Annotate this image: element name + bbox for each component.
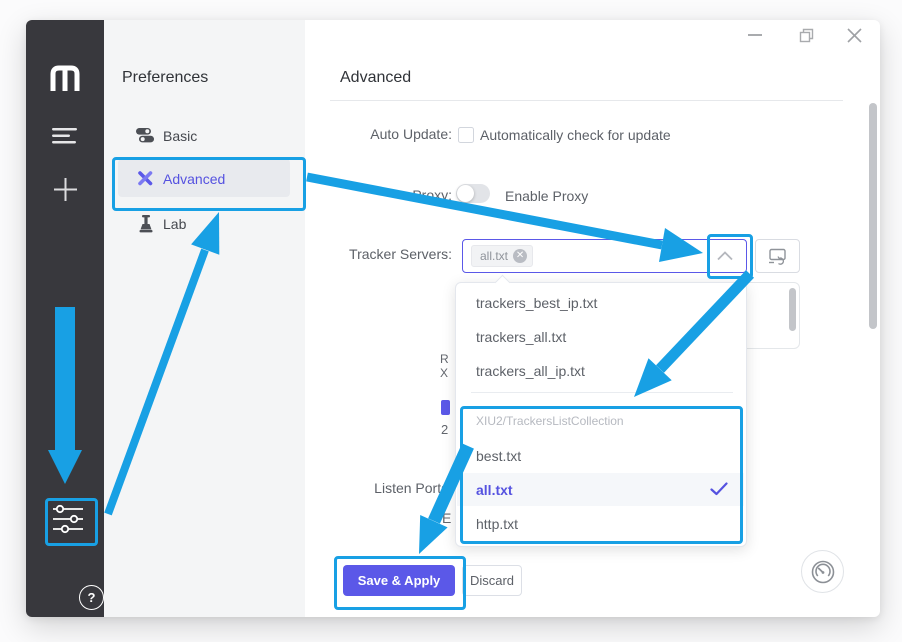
proxy-label: Proxy:	[300, 187, 452, 203]
auto-update-checkbox-label[interactable]: Automatically check for update	[480, 127, 671, 143]
minimize-button[interactable]	[748, 34, 762, 36]
speed-limit-button[interactable]	[801, 550, 844, 593]
sync-trackers-button[interactable]	[755, 239, 800, 273]
clipped-text-fragment: X	[440, 366, 448, 380]
screenshot-stage: ? Preferences Basic Advanced Lab Advance…	[0, 0, 902, 642]
restore-icon	[799, 28, 814, 43]
add-task-icon[interactable]	[54, 178, 77, 201]
selected-tracker-tag: all.txt ✕	[471, 245, 533, 267]
dropdown-divider	[471, 392, 733, 393]
title-divider	[330, 100, 843, 101]
sidebar-item-lab-label[interactable]: Lab	[163, 216, 186, 232]
annotation-box-save-button	[334, 556, 466, 610]
sidebar-item-basic-label[interactable]: Basic	[163, 128, 197, 144]
restore-button[interactable]	[799, 28, 814, 43]
lab-icon	[138, 215, 154, 233]
proxy-toggle-label: Enable Proxy	[505, 188, 588, 204]
discard-button[interactable]: Discard	[462, 565, 522, 596]
gauge-icon	[810, 559, 836, 585]
preferences-menu-panel	[104, 20, 305, 617]
annotation-box-advanced	[112, 157, 306, 211]
clipped-text-fragment: R	[440, 352, 449, 366]
annotation-box-sliders-icon	[45, 498, 98, 546]
task-list-icon[interactable]	[52, 126, 78, 144]
sidebar-item-basic[interactable]	[136, 127, 154, 143]
auto-update-label: Auto Update:	[300, 126, 452, 142]
main-scrollbar[interactable]	[869, 103, 877, 329]
toggle-knob	[457, 185, 474, 202]
dropdown-option[interactable]: trackers_all_ip.txt	[476, 354, 726, 388]
clipped-text-fragment: 2	[441, 422, 448, 437]
preferences-title: Preferences	[122, 69, 208, 87]
proxy-toggle[interactable]	[456, 184, 490, 203]
sidebar-item-lab[interactable]	[138, 215, 154, 233]
page-title: Advanced	[340, 69, 411, 87]
clipped-accent-fragment	[441, 400, 450, 415]
annotation-box-chevron	[707, 234, 753, 279]
textarea-scrollbar[interactable]	[789, 288, 796, 331]
tag-remove-icon[interactable]: ✕	[513, 249, 527, 263]
sync-icon	[768, 248, 787, 265]
tracker-servers-select[interactable]: all.txt ✕	[462, 239, 747, 273]
toggles-icon	[136, 127, 154, 143]
annotation-box-dropdown-group	[460, 406, 743, 544]
motrix-logo-icon	[49, 64, 81, 92]
auto-update-checkbox[interactable]	[458, 127, 474, 143]
clipped-text-fragment: E	[442, 510, 451, 526]
dropdown-option[interactable]: trackers_all.txt	[476, 320, 726, 354]
close-button[interactable]	[846, 27, 863, 44]
dropdown-option[interactable]: trackers_best_ip.txt	[476, 286, 726, 320]
tag-label: all.txt	[480, 249, 508, 263]
listen-ports-label: Listen Ports:	[300, 480, 452, 496]
help-icon[interactable]: ?	[79, 585, 104, 610]
tracker-servers-label: Tracker Servers:	[300, 246, 452, 262]
close-icon	[846, 27, 863, 44]
